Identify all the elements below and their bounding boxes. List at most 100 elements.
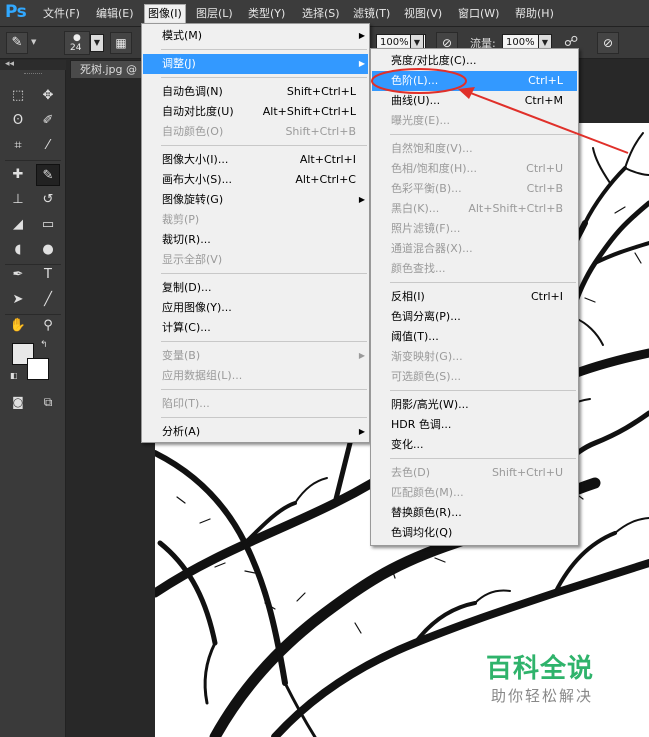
adjust-equalize[interactable]: 色调均化(Q) [372,523,577,543]
shortcut-label: Ctrl+U [526,162,563,175]
photoshop-logo: Ps [5,2,27,22]
submenu-arrow-icon: ▶ [358,195,365,204]
clone-stamp-tool-icon[interactable]: ⊥ [6,189,30,211]
adjust-selective-color[interactable]: 可选颜色(S)... [372,367,577,387]
image-menu-adjustments[interactable]: 调整(J) ▶ [143,54,368,74]
adjust-desaturate[interactable]: 去色(D) Shift+Ctrl+U [372,463,577,483]
adjust-match-color[interactable]: 匹配颜色(M)... [372,483,577,503]
menu-item-label: 颜色查找... [391,262,446,275]
adjust-color-balance[interactable]: 色彩平衡(B)... Ctrl+B [372,179,577,199]
image-menu-calculations[interactable]: 计算(C)... [143,318,368,338]
move-tool-icon[interactable]: ✥ [36,85,60,107]
adjust-hdr-toning[interactable]: HDR 色调... [372,415,577,435]
adjust-invert[interactable]: 反相(I) Ctrl+I [372,287,577,307]
menu-separator [390,390,576,391]
brush-panel-icon[interactable]: ▦ [110,32,132,54]
zoom-tool-icon[interactable]: ⚲ [36,315,60,337]
menu-window[interactable]: 窗口(W) [455,5,502,23]
menu-separator [161,273,367,274]
adjust-variations[interactable]: 变化... [372,435,577,455]
line-tool-icon[interactable]: ╱ [36,289,60,311]
adjust-shadows-highlights[interactable]: 阴影/高光(W)... [372,395,577,415]
adjust-gradient-map[interactable]: 渐变映射(G)... [372,347,577,367]
crop-tool-icon[interactable]: ⌗ [6,135,30,157]
image-menu-apply-image[interactable]: 应用图像(Y)... [143,298,368,318]
adjust-replace-color[interactable]: 替换颜色(R)... [372,503,577,523]
shortcut-label: Ctrl+I [530,290,563,303]
adjust-levels[interactable]: 色阶(L)... Ctrl+L [372,71,577,91]
eraser-tool-icon[interactable]: ◢ [6,214,30,236]
brush-tool-preset-icon[interactable]: ✎ [6,32,28,54]
pen-tool-icon[interactable]: ✒ [6,264,30,286]
swap-colors-icon[interactable]: ↰ [40,340,48,350]
image-menu-analysis[interactable]: 分析(A) ▶ [143,422,368,442]
default-colors-icon[interactable]: ◧ [10,371,18,380]
image-menu-auto-tone[interactable]: 自动色调(N) Shift+Ctrl+L [143,82,368,102]
image-menu: 模式(M) ▶ 调整(J) ▶ 自动色调(N) Shift+Ctrl+L 自动对… [141,23,370,443]
path-selection-tool-icon[interactable]: ➤ [6,289,30,311]
menu-type[interactable]: 类型(Y) [245,5,288,23]
background-color-swatch[interactable] [27,358,49,380]
image-menu-mode[interactable]: 模式(M) ▶ [143,26,368,46]
blur-tool-icon[interactable]: ◖ [6,239,30,261]
menu-separator [161,341,367,342]
image-menu-trim[interactable]: 裁切(R)... [143,230,368,250]
menu-filter[interactable]: 滤镜(T) [350,5,393,23]
adjust-curves[interactable]: 曲线(U)... Ctrl+M [372,91,577,111]
menu-item-label: 应用图像(Y)... [162,301,232,314]
quick-mask-icon[interactable]: ◙ [6,391,30,413]
adjust-vibrance[interactable]: 自然饱和度(V)... [372,139,577,159]
brush-tool-icon[interactable]: ✎ [36,164,60,186]
chevron-down-icon[interactable]: ▼ [90,34,104,52]
image-menu-trap[interactable]: 陷印(T)... [143,394,368,414]
adjust-photo-filter[interactable]: 照片滤镜(F)... [372,219,577,239]
shortcut-label: Ctrl+B [526,182,563,195]
menu-help[interactable]: 帮助(H) [512,5,557,23]
menu-file[interactable]: 文件(F) [40,5,83,23]
watermark-title: 百科全说 [486,654,595,684]
brush-size-value: 24 [70,43,82,53]
history-brush-tool-icon[interactable]: ↺ [36,189,60,211]
adjust-hue-saturation[interactable]: 色相/饱和度(H)... Ctrl+U [372,159,577,179]
image-menu-reveal-all[interactable]: 显示全部(V) [143,250,368,270]
image-menu-canvas-size[interactable]: 画布大小(S)... Alt+Ctrl+C [143,170,368,190]
image-menu-variables[interactable]: 变量(B) ▶ [143,346,368,366]
screen-mode-icon[interactable]: ⧉ [36,391,60,413]
image-menu-crop[interactable]: 裁剪(P) [143,210,368,230]
adjust-color-lookup[interactable]: 颜色查找... [372,259,577,279]
menu-item-label: 自动色调(N) [162,85,223,98]
image-menu-auto-contrast[interactable]: 自动对比度(U) Alt+Shift+Ctrl+L [143,102,368,122]
adjust-posterize[interactable]: 色调分离(P)... [372,307,577,327]
chevron-down-icon[interactable]: ▼ [31,38,36,46]
pressure-size-icon[interactable]: ⊘ [597,32,619,54]
menu-layer[interactable]: 图层(L) [193,5,236,23]
lasso-tool-icon[interactable]: ʘ [6,110,30,132]
image-menu-duplicate[interactable]: 复制(D)... [143,278,368,298]
brush-size-picker[interactable]: ● 24 [64,31,90,55]
adjust-channel-mixer[interactable]: 通道混合器(X)... [372,239,577,259]
adjust-exposure[interactable]: 曝光度(E)... [372,111,577,131]
eyedropper-tool-icon[interactable]: ⁄ [36,135,60,157]
adjust-brightness-contrast[interactable]: 亮度/对比度(C)... [372,51,577,71]
menu-select[interactable]: 选择(S) [299,5,343,23]
shortcut-label: Ctrl+M [524,94,563,107]
healing-brush-tool-icon[interactable]: ✚ [6,164,30,186]
marquee-tool-icon[interactable]: ⬚ [6,85,30,107]
menu-view[interactable]: 视图(V) [401,5,445,23]
adjust-black-white[interactable]: 黑白(K)... Alt+Shift+Ctrl+B [372,199,577,219]
image-menu-image-rotation[interactable]: 图像旋转(G) ▶ [143,190,368,210]
gradient-tool-icon[interactable]: ▭ [36,214,60,236]
type-tool-icon[interactable]: T [36,264,60,286]
shortcut-label: Shift+Ctrl+L [286,85,356,98]
menu-item-label: 通道混合器(X)... [391,242,473,255]
adjust-threshold[interactable]: 阈值(T)... [372,327,577,347]
image-menu-image-size[interactable]: 图像大小(I)... Alt+Ctrl+I [143,150,368,170]
menu-edit[interactable]: 编辑(E) [93,5,137,23]
tool-panel-header[interactable]: ◂◂ [0,60,66,70]
image-menu-apply-data-set[interactable]: 应用数据组(L)... [143,366,368,386]
hand-tool-icon[interactable]: ✋ [6,315,30,337]
menu-item-label: 曲线(U)... [391,94,441,107]
dodge-tool-icon[interactable]: ● [36,239,60,261]
quick-selection-tool-icon[interactable]: ✐ [36,110,60,132]
image-menu-auto-color[interactable]: 自动颜色(O) Shift+Ctrl+B [143,122,368,142]
